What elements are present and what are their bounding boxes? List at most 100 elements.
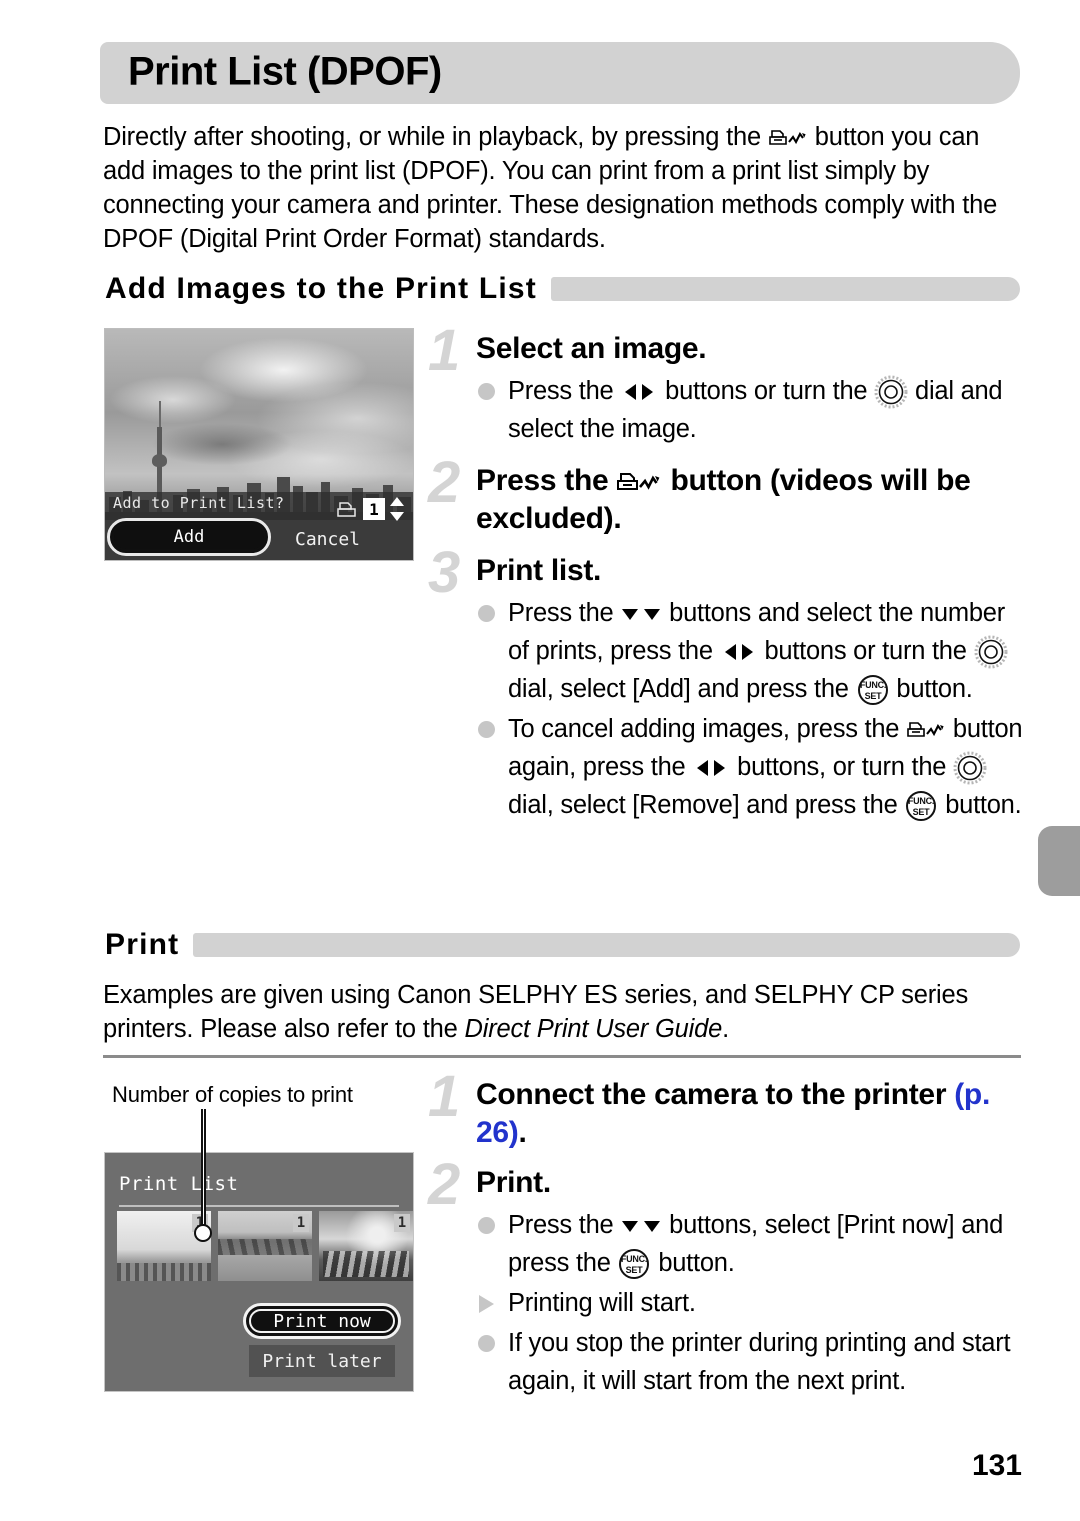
bullet-item: Press the buttons or turn the dial and s… [476, 372, 1023, 448]
bullet-item: To cancel adding images, press the butto… [476, 710, 1023, 824]
step-number: 3 [428, 540, 461, 605]
svg-text:SET: SET [864, 691, 882, 701]
camera-screen-print-list: Print List 1 1 1 Print now Print later [104, 1152, 414, 1392]
steps-add-images: 1 Select an image. Press the buttons or … [428, 322, 1023, 830]
step-title: Select an image. [476, 332, 707, 365]
bullet-item: Press the buttons, select [Print now] an… [476, 1206, 1023, 1282]
horizontal-divider [103, 1055, 1021, 1058]
bullet-seg: button. [651, 1249, 735, 1277]
up-down-buttons-icon [620, 1210, 662, 1232]
bullet-seg: To cancel adding images, press the [508, 715, 907, 743]
bullet-dot-icon [478, 1335, 495, 1352]
svg-text:FUNC.: FUNC. [621, 1254, 647, 1264]
svg-text:FUNC.: FUNC. [859, 680, 885, 690]
control-dial-icon [953, 751, 987, 785]
callout-label-copies: Number of copies to print [112, 1082, 353, 1107]
intro-text-part1: Directly after shooting, or while in pla… [103, 123, 768, 151]
list-item[interactable]: 1 [319, 1211, 413, 1281]
step-number: 2 [428, 1152, 461, 1217]
step-title-part1: Press the [476, 464, 617, 497]
bullet-seg: buttons or turn the [757, 637, 974, 665]
step-3: 3 Print list. Press the buttons and sele… [428, 544, 1023, 824]
control-dial-icon [874, 375, 908, 409]
bullet-item-result: Printing will start. [476, 1284, 1023, 1322]
bullet-seg: dial, select [Remove] and press the [508, 791, 905, 819]
control-dial-icon [974, 635, 1008, 669]
bullet-dot-icon [478, 383, 495, 400]
step-title: Connect the camera to the printer (p. 26… [476, 1076, 1023, 1152]
bullet-dot-icon [478, 605, 495, 622]
print-later-label: Print later [262, 1350, 382, 1372]
page-number: 131 [971, 1449, 1022, 1482]
step-1: 1 Connect the camera to the printer (p. … [428, 1068, 1023, 1152]
camera-screen-add-to-print-list: Add to Print List? 1 Add Cancel [104, 328, 414, 561]
page-title: Print List (DPOF) [128, 49, 442, 94]
bullet-seg: Press the [508, 1211, 621, 1239]
svg-text:SET: SET [913, 807, 931, 817]
section-heading-bar [193, 933, 1020, 957]
list-item[interactable]: 1 [117, 1211, 211, 1281]
section-heading-bar [550, 277, 1020, 301]
step-title-part1: Connect the camera to the printer [476, 1078, 955, 1111]
bullet-item: Press the buttons and select the number … [476, 594, 1023, 708]
bullet-seg: Press the [508, 599, 621, 627]
svg-text:SET: SET [626, 1265, 644, 1275]
count-stepper-arrows[interactable] [389, 497, 405, 521]
left-right-buttons-icon [692, 752, 730, 776]
add-to-print-list-dialog: Add to Print List? 1 Add Cancel [105, 492, 413, 560]
section-heading-label: Print [105, 928, 180, 961]
bullet-seg: dial, select [Add] and press the [508, 675, 856, 703]
func-set-button-icon: FUNC. SET [617, 1247, 651, 1281]
print-list-rule [119, 1205, 399, 1207]
svg-text:FUNC.: FUNC. [908, 796, 934, 806]
step-2: 2 Print. Press the buttons, select [Prin… [428, 1156, 1023, 1400]
cancel-button[interactable]: Cancel [295, 529, 360, 550]
stepper-up-icon[interactable] [390, 497, 404, 506]
step-title: Press the button (videos will be exclude… [476, 462, 1023, 538]
dialog-prompt: Add to Print List? [113, 494, 285, 512]
list-item[interactable]: 1 [218, 1211, 312, 1281]
step-number: 1 [428, 318, 461, 383]
print-section-paragraph: Examples are given using Canon SELPHY ES… [103, 978, 1023, 1046]
add-button[interactable]: Add [107, 518, 271, 556]
func-set-button-icon: FUNC. SET [856, 673, 890, 707]
step-bullets: Press the buttons and select the number … [476, 594, 1023, 824]
bullet-item: If you stop the printer during printing … [476, 1324, 1023, 1400]
print-now-label: Print now [273, 1310, 371, 1332]
left-right-buttons-icon [620, 376, 658, 400]
bullet-seg: Printing will start. [508, 1289, 696, 1317]
step-2: 2 Press the button (videos will be exclu… [428, 454, 1023, 538]
step-1: 1 Select an image. Press the buttons or … [428, 322, 1023, 448]
print-dpof-icon [616, 467, 662, 495]
step-bullets: Press the buttons or turn the dial and s… [476, 372, 1023, 448]
bullet-seg: button. [938, 791, 1022, 819]
stepper-down-icon[interactable] [390, 512, 404, 521]
copy-count-badge: 1 [394, 1214, 410, 1232]
print-icon-osd [337, 500, 359, 518]
bullet-seg: button. [889, 675, 973, 703]
print-now-button[interactable]: Print now [243, 1303, 401, 1339]
chapter-index-tab [1038, 826, 1080, 896]
print-body-part2: . [722, 1015, 729, 1043]
print-dpof-icon [906, 714, 946, 738]
result-triangle-icon [479, 1295, 494, 1313]
up-down-buttons-icon [620, 598, 662, 620]
bullet-seg: buttons or turn the [658, 377, 875, 405]
step-number: 2 [428, 450, 461, 515]
func-set-button-icon: FUNC. SET [904, 789, 938, 823]
bullet-seg: If you stop the printer during printing … [508, 1329, 1011, 1395]
print-later-button[interactable]: Print later [249, 1345, 395, 1377]
steps-print: 1 Connect the camera to the printer (p. … [428, 1068, 1023, 1406]
bullet-seg: Press the [508, 377, 621, 405]
step-title-part2: . [518, 1116, 527, 1149]
print-list-thumbnails: 1 1 1 [117, 1211, 413, 1281]
page-title-bar: Print List (DPOF) [100, 42, 1020, 104]
print-count-value[interactable]: 1 [363, 498, 385, 520]
bullet-seg: buttons, or turn the [730, 753, 954, 781]
section-heading-add-images: Add Images to the Print List [105, 272, 1020, 306]
section-heading-label: Add Images to the Print List [105, 272, 537, 305]
callout-endpoint-dot [194, 1224, 212, 1242]
section-heading-print: Print [105, 928, 1020, 962]
print-list-title: Print List [119, 1173, 239, 1195]
left-right-buttons-icon [720, 636, 758, 660]
